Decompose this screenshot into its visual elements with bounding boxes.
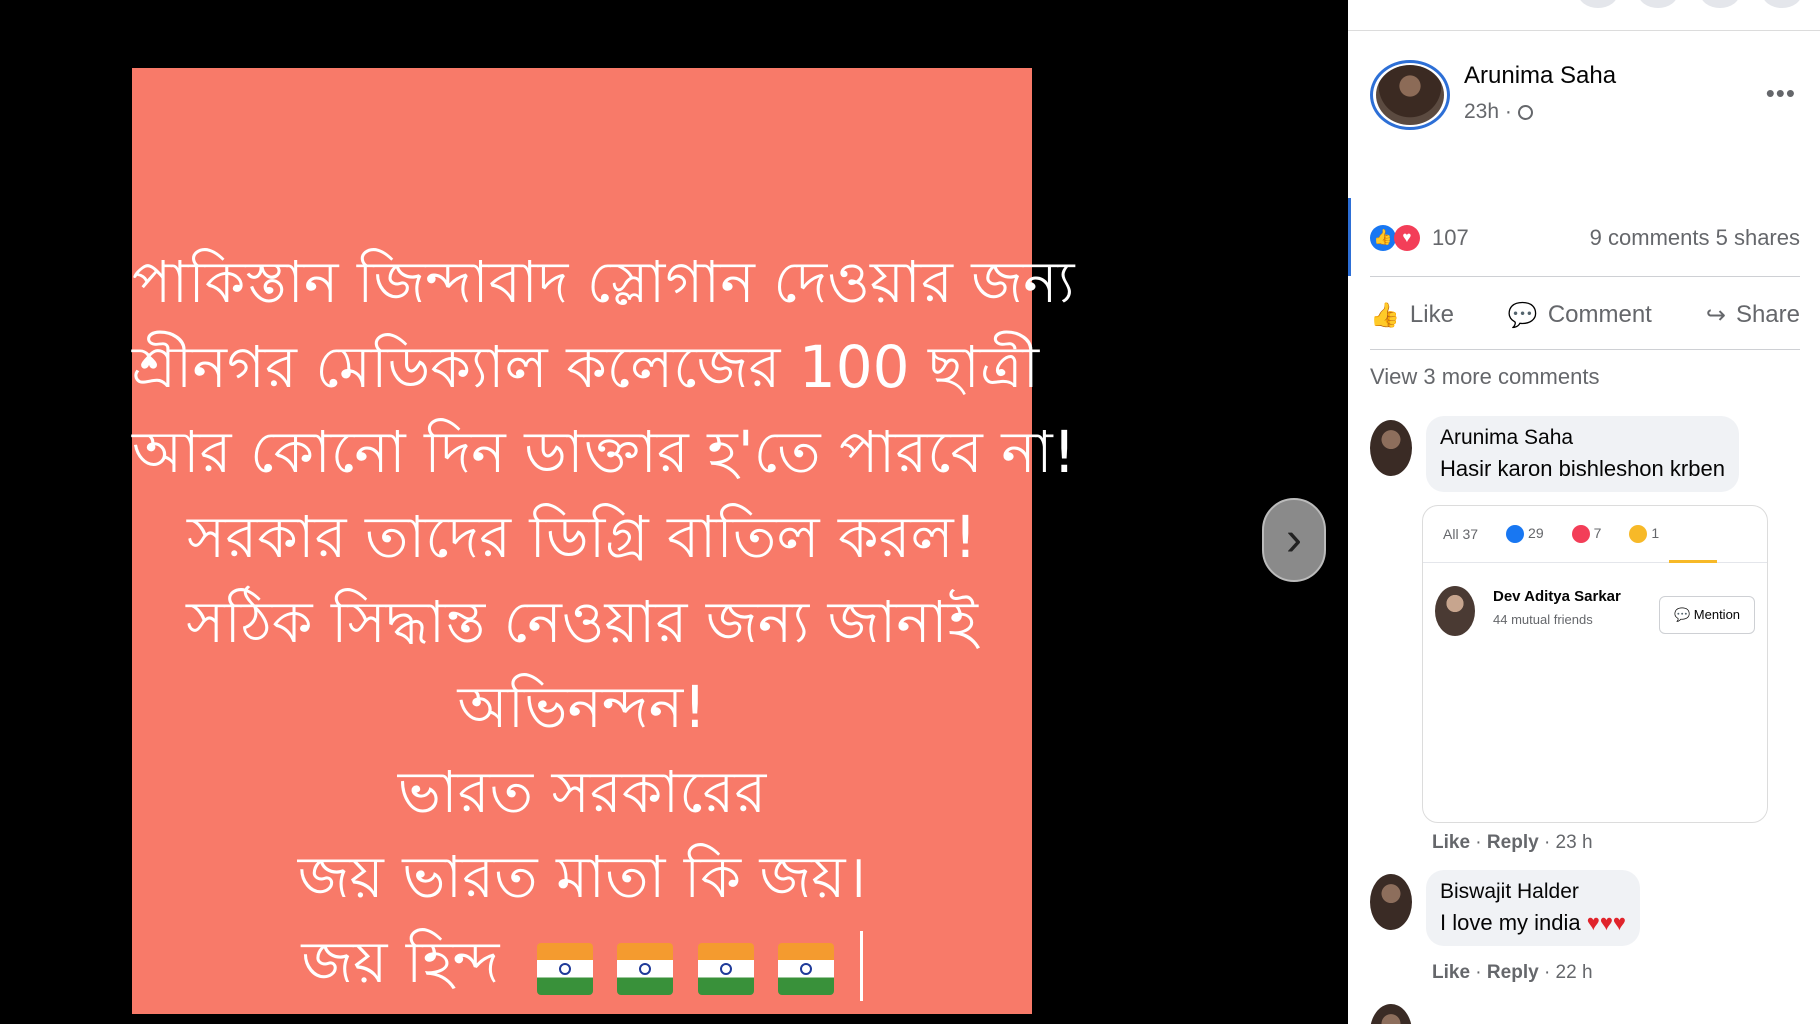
mutual-friends: 44 mutual friends <box>1493 612 1593 627</box>
comment-label: Comment <box>1547 301 1652 328</box>
comment-text: I love my india ♥♥♥ <box>1440 910 1626 936</box>
like-button[interactable]: 👍 Like <box>1370 301 1454 330</box>
more-options-icon[interactable]: ••• <box>1766 78 1796 109</box>
text-cursor <box>859 930 863 1001</box>
tab-haha-count: 1 <box>1651 524 1660 541</box>
heart-emoji-icon: ♥♥♥ <box>1586 910 1626 935</box>
post-author: Arunima Saha 23h · <box>1370 60 1616 130</box>
mention-icon: 💬 <box>1673 607 1691 622</box>
comment-time[interactable]: · 23 h <box>1544 832 1593 853</box>
india-flag-icon <box>617 943 674 996</box>
comment-reply-link[interactable]: Reply <box>1487 832 1539 853</box>
person-name: Dev Aditya Sarkar <box>1493 588 1621 605</box>
share-label: Share <box>1735 301 1800 328</box>
comment-actions: Like · Reply · 22 h <box>1432 962 1593 983</box>
chevron-right-icon: › <box>1286 513 1302 566</box>
image-text-line: আর কোনো দিন ডাক্তার হ'তে পারবে না! <box>132 418 1076 486</box>
post-actions: 👍 Like 💬 Comment ↪ Share <box>1370 285 1800 345</box>
top-icon-button[interactable] <box>1700 0 1740 8</box>
image-last-line: জয় হিন্দ <box>132 920 1032 1008</box>
top-icon-button[interactable] <box>1762 0 1802 8</box>
image-text-line: ভারত সরকারের <box>397 758 767 826</box>
shares-count[interactable]: 5 shares <box>1716 225 1800 250</box>
comment-text: Hasir karon bishleshon krben <box>1440 456 1725 481</box>
reaction-count[interactable]: 107 <box>1432 225 1469 251</box>
like-reaction-icon <box>1506 525 1525 544</box>
comment-text-body: I love my india <box>1440 910 1581 935</box>
india-flag-icon <box>697 943 754 996</box>
mention-label: Mention <box>1693 607 1741 622</box>
share-icon: ↪ <box>1705 301 1726 329</box>
next-commenter-avatar[interactable] <box>1370 1004 1412 1024</box>
image-text-line: জয় হিন্দ <box>301 928 500 996</box>
comment-reply-link[interactable]: Reply <box>1487 962 1539 983</box>
comment-like-link[interactable]: Like <box>1432 962 1470 983</box>
commenter-name[interactable]: Arunima Saha <box>1440 426 1725 450</box>
like-label: Like <box>1409 301 1454 328</box>
love-reaction-icon: ♥ <box>1394 225 1420 251</box>
comment-attached-screenshot[interactable]: All 37 29 7 1 Dev Aditya Sarkar 44 mutua… <box>1422 505 1768 823</box>
india-flag-icon <box>536 943 593 996</box>
reactions-bar: 👍 ♥ 107 9 comments 5 shares <box>1370 218 1800 258</box>
globe-icon <box>1517 104 1533 120</box>
comment-like-link[interactable]: Like <box>1432 832 1470 853</box>
post-time[interactable]: 23h · <box>1464 100 1512 123</box>
tab-haha: 1 <box>1629 524 1660 544</box>
divider <box>1370 349 1800 350</box>
love-reaction-icon <box>1571 525 1590 544</box>
reactions-tabs: All 37 29 7 1 <box>1423 506 1767 563</box>
haha-reaction-icon <box>1629 525 1648 544</box>
comment-bubble: Arunima Saha Hasir karon bishleshon krbe… <box>1426 416 1739 492</box>
image-text-line: শ্রীনগর মেডিক্যাল কলেজের 100 ছাত্রী <box>132 333 1040 401</box>
image-text-line: অভিনন্দন! <box>457 673 707 741</box>
comment-icon: 💬 <box>1507 301 1538 329</box>
active-tab-indicator <box>1669 560 1717 563</box>
divider <box>1370 276 1800 277</box>
commenter-avatar[interactable] <box>1370 874 1412 930</box>
comment-time[interactable]: · 22 h <box>1544 962 1593 983</box>
image-text-line: পাকিস্তান জিন্দাবাদ স্লোগান দেওয়ার জন্য <box>132 248 1075 316</box>
reaction-person-row: Dev Aditya Sarkar 44 mutual friends 💬 Me… <box>1435 586 1755 646</box>
share-button[interactable]: ↪ Share <box>1706 301 1800 330</box>
view-more-comments-link[interactable]: View 3 more comments <box>1370 364 1599 390</box>
avatar-image <box>1376 65 1444 125</box>
author-name[interactable]: Arunima Saha <box>1464 62 1616 90</box>
india-flag-icon <box>778 943 835 996</box>
mention-button: 💬 Mention <box>1659 596 1755 634</box>
photo-viewer: পাকিস্তান জিন্দাবাদ স্লোগান দেওয়ার জন্য… <box>0 0 1348 1024</box>
commenter-name[interactable]: Biswajit Halder <box>1440 880 1626 904</box>
person-avatar <box>1435 586 1475 636</box>
like-reaction-icon: 👍 <box>1370 225 1396 251</box>
post-image: পাকিস্তান জিন্দাবাদ স্লোগান দেওয়ার জন্য… <box>132 68 1076 1014</box>
top-bar <box>1348 0 1820 31</box>
image-text-line: সরকার তাদের ডিগ্রি বাতিল করল! <box>187 503 977 571</box>
image-text-line: জয় ভারত মাতা কি জয়। <box>297 843 867 911</box>
tab-like-count: 29 <box>1528 524 1544 541</box>
tab-all: All 37 <box>1443 526 1479 542</box>
engagement-counts: 9 comments 5 shares <box>1590 225 1800 251</box>
focus-indicator <box>1348 198 1351 276</box>
next-photo-button[interactable]: › <box>1262 498 1326 582</box>
flags-group <box>534 923 837 1008</box>
comment-button[interactable]: 💬 Comment <box>1508 301 1652 330</box>
thumbs-up-icon: 👍 <box>1370 301 1400 329</box>
post-meta: 23h · <box>1464 100 1616 124</box>
comments-count[interactable]: 9 comments <box>1590 225 1710 250</box>
tab-love: 7 <box>1571 524 1602 544</box>
commenter-avatar[interactable] <box>1370 420 1412 476</box>
comment-actions: Like · Reply · 23 h <box>1432 832 1593 853</box>
image-text-line: সঠিক সিদ্ধান্ত নেওয়ার জন্য জানাই <box>186 588 978 656</box>
author-avatar[interactable] <box>1370 60 1450 130</box>
tab-like: 29 <box>1506 524 1544 544</box>
top-icon-button[interactable] <box>1638 0 1678 8</box>
comment-bubble: Biswajit Halder I love my india ♥♥♥ <box>1426 870 1640 946</box>
tab-love-count: 7 <box>1593 524 1602 541</box>
top-icon-button[interactable] <box>1578 0 1618 8</box>
